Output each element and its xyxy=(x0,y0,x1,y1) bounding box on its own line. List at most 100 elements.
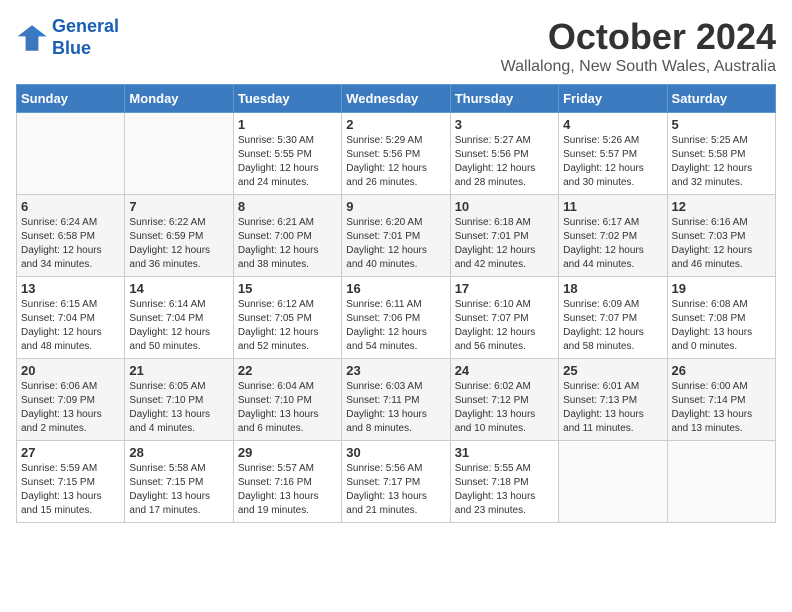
table-row: 6 Sunrise: 6:24 AM Sunset: 6:58 PM Daylig… xyxy=(17,195,125,277)
table-row: 3Sunrise: 5:27 AM Sunset: 5:56 PM Daylig… xyxy=(450,113,558,195)
day-info: Sunrise: 5:26 AM Sunset: 5:57 PM Dayligh… xyxy=(563,134,662,190)
header-thursday: Thursday xyxy=(450,85,558,113)
day-info: Sunrise: 6:24 AM Sunset: 6:58 PM Dayligh… xyxy=(21,216,120,272)
location: Wallalong, New South Wales, Australia xyxy=(501,58,776,76)
table-row: 26 Sunrise: 6:00 AM Sunset: 7:14 PM Dayli… xyxy=(667,359,775,441)
table-row: 28Sunrise: 5:58 AM Sunset: 7:15 PM Dayli… xyxy=(125,441,233,523)
header-saturday: Saturday xyxy=(667,85,775,113)
calendar-week-row: 6 Sunrise: 6:24 AM Sunset: 6:58 PM Daylig… xyxy=(17,195,776,277)
day-number: 8 xyxy=(238,199,337,214)
day-number: 28 xyxy=(129,445,228,460)
day-info: Sunrise: 6:14 AM Sunset: 7:04 PM Dayligh… xyxy=(129,298,228,354)
day-info: Sunrise: 5:59 AM Sunset: 7:15 PM Dayligh… xyxy=(21,462,120,518)
table-row: 9 Sunrise: 6:20 AM Sunset: 7:01 PM Daylig… xyxy=(342,195,450,277)
day-info: Sunrise: 6:11 AM Sunset: 7:06 PM Dayligh… xyxy=(346,298,445,354)
header-tuesday: Tuesday xyxy=(233,85,341,113)
header-sunday: Sunday xyxy=(17,85,125,113)
table-row: 19 Sunrise: 6:08 AM Sunset: 7:08 PM Dayli… xyxy=(667,277,775,359)
table-row: 4 Sunrise: 5:26 AM Sunset: 5:57 PM Daylig… xyxy=(559,113,667,195)
table-row: 11 Sunrise: 6:17 AM Sunset: 7:02 PM Dayli… xyxy=(559,195,667,277)
day-info: Sunrise: 6:00 AM Sunset: 7:14 PM Dayligh… xyxy=(672,380,771,436)
day-info: Sunrise: 5:56 AM Sunset: 7:17 PM Dayligh… xyxy=(346,462,445,518)
day-info: Sunrise: 5:29 AM Sunset: 5:56 PM Dayligh… xyxy=(346,134,445,190)
header-wednesday: Wednesday xyxy=(342,85,450,113)
day-number: 2 xyxy=(346,117,445,132)
day-number: 20 xyxy=(21,363,120,378)
day-number: 7 xyxy=(129,199,228,214)
day-info: Sunrise: 6:03 AM Sunset: 7:11 PM Dayligh… xyxy=(346,380,445,436)
logo-icon xyxy=(16,22,48,54)
table-row: 1Sunrise: 5:30 AM Sunset: 5:55 PM Daylig… xyxy=(233,113,341,195)
table-row: 12 Sunrise: 6:16 AM Sunset: 7:03 PM Dayli… xyxy=(667,195,775,277)
day-number: 1 xyxy=(238,117,337,132)
table-row: 27 Sunrise: 5:59 AM Sunset: 7:15 PM Dayli… xyxy=(17,441,125,523)
day-number: 9 xyxy=(346,199,445,214)
table-row: 5 Sunrise: 5:25 AM Sunset: 5:58 PM Daylig… xyxy=(667,113,775,195)
table-row: 7 Sunrise: 6:22 AM Sunset: 6:59 PM Daylig… xyxy=(125,195,233,277)
table-row: 13 Sunrise: 6:15 AM Sunset: 7:04 PM Dayli… xyxy=(17,277,125,359)
day-number: 14 xyxy=(129,281,228,296)
table-row: 21 Sunrise: 6:05 AM Sunset: 7:10 PM Dayli… xyxy=(125,359,233,441)
day-number: 4 xyxy=(563,117,662,132)
calendar-table: Sunday Monday Tuesday Wednesday Thursday… xyxy=(16,84,776,523)
day-number: 6 xyxy=(21,199,120,214)
day-info: Sunrise: 6:17 AM Sunset: 7:02 PM Dayligh… xyxy=(563,216,662,272)
title-section: October 2024 Wallalong, New South Wales,… xyxy=(501,16,776,76)
table-row: 31 Sunrise: 5:55 AM Sunset: 7:18 PM Dayli… xyxy=(450,441,558,523)
day-info: Sunrise: 5:55 AM Sunset: 7:18 PM Dayligh… xyxy=(455,462,554,518)
day-number: 10 xyxy=(455,199,554,214)
day-info: Sunrise: 5:25 AM Sunset: 5:58 PM Dayligh… xyxy=(672,134,771,190)
day-number: 29 xyxy=(238,445,337,460)
table-row xyxy=(17,113,125,195)
day-info: Sunrise: 6:22 AM Sunset: 6:59 PM Dayligh… xyxy=(129,216,228,272)
table-row: 2 Sunrise: 5:29 AM Sunset: 5:56 PM Daylig… xyxy=(342,113,450,195)
month-title: October 2024 xyxy=(501,16,776,58)
page-header: General Blue October 2024 Wallalong, New… xyxy=(16,16,776,76)
table-row: 22Sunrise: 6:04 AM Sunset: 7:10 PM Dayli… xyxy=(233,359,341,441)
day-info: Sunrise: 5:27 AM Sunset: 5:56 PM Dayligh… xyxy=(455,134,554,190)
day-info: Sunrise: 6:12 AM Sunset: 7:05 PM Dayligh… xyxy=(238,298,337,354)
calendar-week-row: 20Sunrise: 6:06 AM Sunset: 7:09 PM Dayli… xyxy=(17,359,776,441)
table-row xyxy=(667,441,775,523)
day-number: 27 xyxy=(21,445,120,460)
day-info: Sunrise: 6:10 AM Sunset: 7:07 PM Dayligh… xyxy=(455,298,554,354)
day-number: 30 xyxy=(346,445,445,460)
day-info: Sunrise: 6:05 AM Sunset: 7:10 PM Dayligh… xyxy=(129,380,228,436)
day-number: 12 xyxy=(672,199,771,214)
table-row: 17Sunrise: 6:10 AM Sunset: 7:07 PM Dayli… xyxy=(450,277,558,359)
day-number: 24 xyxy=(455,363,554,378)
day-info: Sunrise: 6:16 AM Sunset: 7:03 PM Dayligh… xyxy=(672,216,771,272)
header-friday: Friday xyxy=(559,85,667,113)
table-row: 18 Sunrise: 6:09 AM Sunset: 7:07 PM Dayli… xyxy=(559,277,667,359)
day-number: 18 xyxy=(563,281,662,296)
day-info: Sunrise: 6:02 AM Sunset: 7:12 PM Dayligh… xyxy=(455,380,554,436)
table-row: 15 Sunrise: 6:12 AM Sunset: 7:05 PM Dayli… xyxy=(233,277,341,359)
table-row: 14 Sunrise: 6:14 AM Sunset: 7:04 PM Dayli… xyxy=(125,277,233,359)
logo: General Blue xyxy=(16,16,119,59)
table-row xyxy=(559,441,667,523)
table-row xyxy=(125,113,233,195)
day-number: 16 xyxy=(346,281,445,296)
table-row: 20Sunrise: 6:06 AM Sunset: 7:09 PM Dayli… xyxy=(17,359,125,441)
day-number: 5 xyxy=(672,117,771,132)
logo-text: General Blue xyxy=(52,16,119,59)
day-number: 11 xyxy=(563,199,662,214)
day-info: Sunrise: 6:04 AM Sunset: 7:10 PM Dayligh… xyxy=(238,380,337,436)
day-number: 23 xyxy=(346,363,445,378)
day-number: 21 xyxy=(129,363,228,378)
day-number: 31 xyxy=(455,445,554,460)
day-number: 25 xyxy=(563,363,662,378)
day-number: 19 xyxy=(672,281,771,296)
day-info: Sunrise: 6:15 AM Sunset: 7:04 PM Dayligh… xyxy=(21,298,120,354)
day-number: 15 xyxy=(238,281,337,296)
calendar-week-row: 27 Sunrise: 5:59 AM Sunset: 7:15 PM Dayli… xyxy=(17,441,776,523)
day-info: Sunrise: 5:57 AM Sunset: 7:16 PM Dayligh… xyxy=(238,462,337,518)
table-row: 25Sunrise: 6:01 AM Sunset: 7:13 PM Dayli… xyxy=(559,359,667,441)
day-info: Sunrise: 6:20 AM Sunset: 7:01 PM Dayligh… xyxy=(346,216,445,272)
day-info: Sunrise: 6:09 AM Sunset: 7:07 PM Dayligh… xyxy=(563,298,662,354)
calendar-header-row: Sunday Monday Tuesday Wednesday Thursday… xyxy=(17,85,776,113)
table-row: 29 Sunrise: 5:57 AM Sunset: 7:16 PM Dayli… xyxy=(233,441,341,523)
day-number: 26 xyxy=(672,363,771,378)
day-number: 13 xyxy=(21,281,120,296)
day-info: Sunrise: 6:08 AM Sunset: 7:08 PM Dayligh… xyxy=(672,298,771,354)
